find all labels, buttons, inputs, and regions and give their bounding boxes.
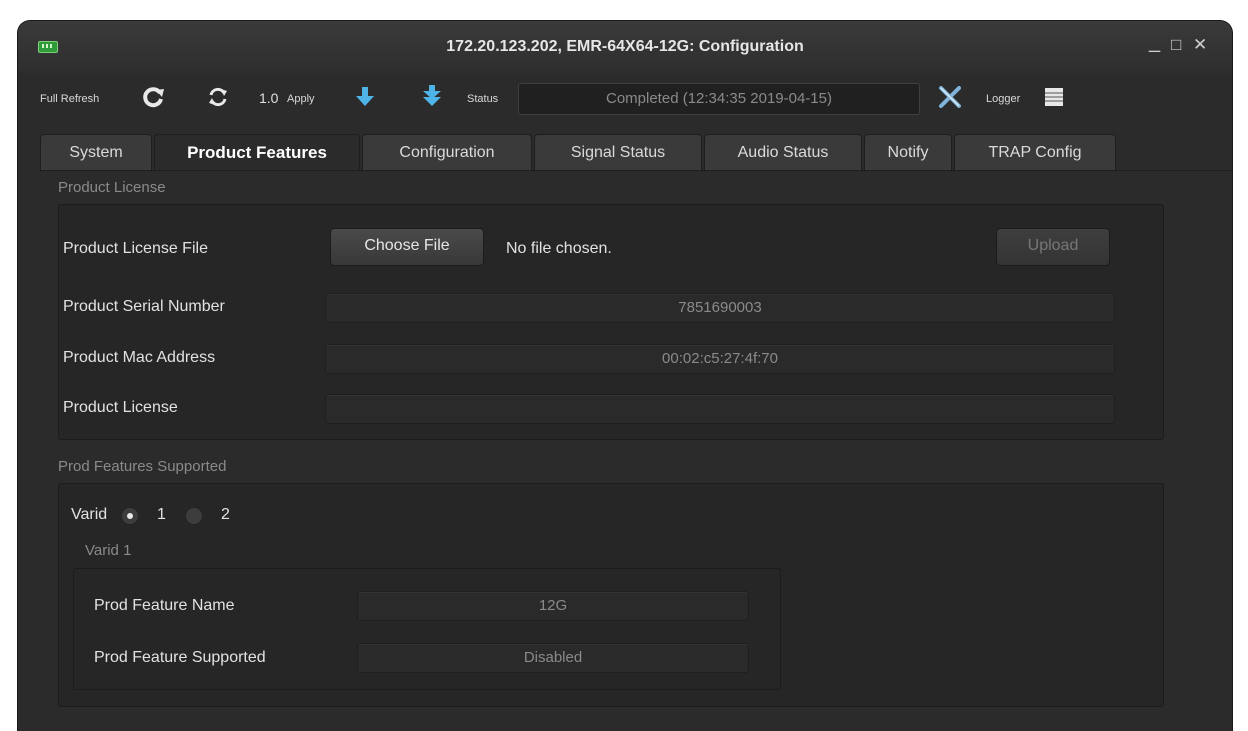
status-label: Status (467, 93, 499, 105)
varid-group-title: Varid 1 (85, 542, 132, 559)
tab-product-features[interactable]: Product Features (154, 134, 360, 171)
tab-trap-config[interactable]: TRAP Config (954, 134, 1116, 171)
feature-name-label: Prod Feature Name (94, 597, 235, 614)
product-license-field[interactable] (325, 394, 1115, 424)
features-section-title: Prod Features Supported (58, 458, 227, 475)
varid-option-1-label: 1 (157, 506, 166, 523)
varid-1-panel: Prod Feature Name 12G Prod Feature Suppo… (73, 568, 781, 690)
choose-file-button[interactable]: Choose File (330, 228, 484, 266)
serial-number-field: 7851690003 (325, 293, 1115, 323)
close-button[interactable]: ✕ (1193, 35, 1207, 55)
serial-number-label: Product Serial Number (63, 298, 225, 315)
config-window: 172.20.123.202, EMR-64X64-12G: Configura… (18, 21, 1232, 731)
tab-audio-status[interactable]: Audio Status (704, 134, 862, 171)
tab-system[interactable]: System (40, 134, 152, 171)
tab-content: Product License Product License File Cho… (40, 170, 1232, 731)
download-all-icon[interactable] (420, 83, 444, 109)
license-file-label: Product License File (63, 240, 208, 257)
logger-icon[interactable] (1044, 87, 1064, 107)
full-refresh-label: Full Refresh (40, 93, 100, 105)
varid-label: Varid (71, 506, 108, 523)
tab-configuration[interactable]: Configuration (362, 134, 532, 171)
download-arrow-icon[interactable] (354, 85, 376, 109)
refresh-icon[interactable] (206, 85, 230, 109)
mac-address-label: Product Mac Address (63, 349, 216, 366)
tab-signal-status[interactable]: Signal Status (534, 134, 702, 171)
minimize-button[interactable]: _ (1149, 31, 1160, 54)
mac-address-field: 00:02:c5:27:4f:70 (325, 344, 1115, 374)
product-license-panel: Product License File Choose File No file… (58, 204, 1164, 440)
apply-label[interactable]: Apply (287, 93, 315, 105)
product-license-section-title: Product License (58, 179, 166, 196)
varid-option-2-label: 2 (221, 506, 230, 523)
toolbar: Full Refresh 1.0 Apply Status Completed … (18, 77, 1232, 119)
window-title: 172.20.123.202, EMR-64X64-12G: Configura… (446, 38, 804, 55)
features-panel: Varid 1 2 Varid 1 Prod Feature Name 12G … (58, 483, 1164, 707)
maximize-button[interactable]: □ (1171, 35, 1181, 55)
refresh-interval[interactable]: 1.0 (259, 90, 278, 106)
status-display: Completed (12:34:35 2019-04-15) (518, 83, 920, 115)
varid-radio-1[interactable] (121, 507, 139, 525)
feature-name-field: 12G (357, 591, 749, 621)
clear-status-icon[interactable] (938, 85, 962, 109)
title-bar: 172.20.123.202, EMR-64X64-12G: Configura… (18, 21, 1232, 73)
full-refresh-icon[interactable] (142, 85, 166, 109)
varid-radio-2[interactable] (185, 507, 203, 525)
product-license-label: Product License (63, 399, 178, 416)
logger-label: Logger (986, 93, 1021, 105)
file-status-text: No file chosen. (506, 240, 612, 257)
upload-button[interactable]: Upload (996, 228, 1110, 266)
tab-notify[interactable]: Notify (864, 134, 952, 171)
feature-supported-label: Prod Feature Supported (94, 649, 266, 666)
feature-supported-field: Disabled (357, 643, 749, 673)
